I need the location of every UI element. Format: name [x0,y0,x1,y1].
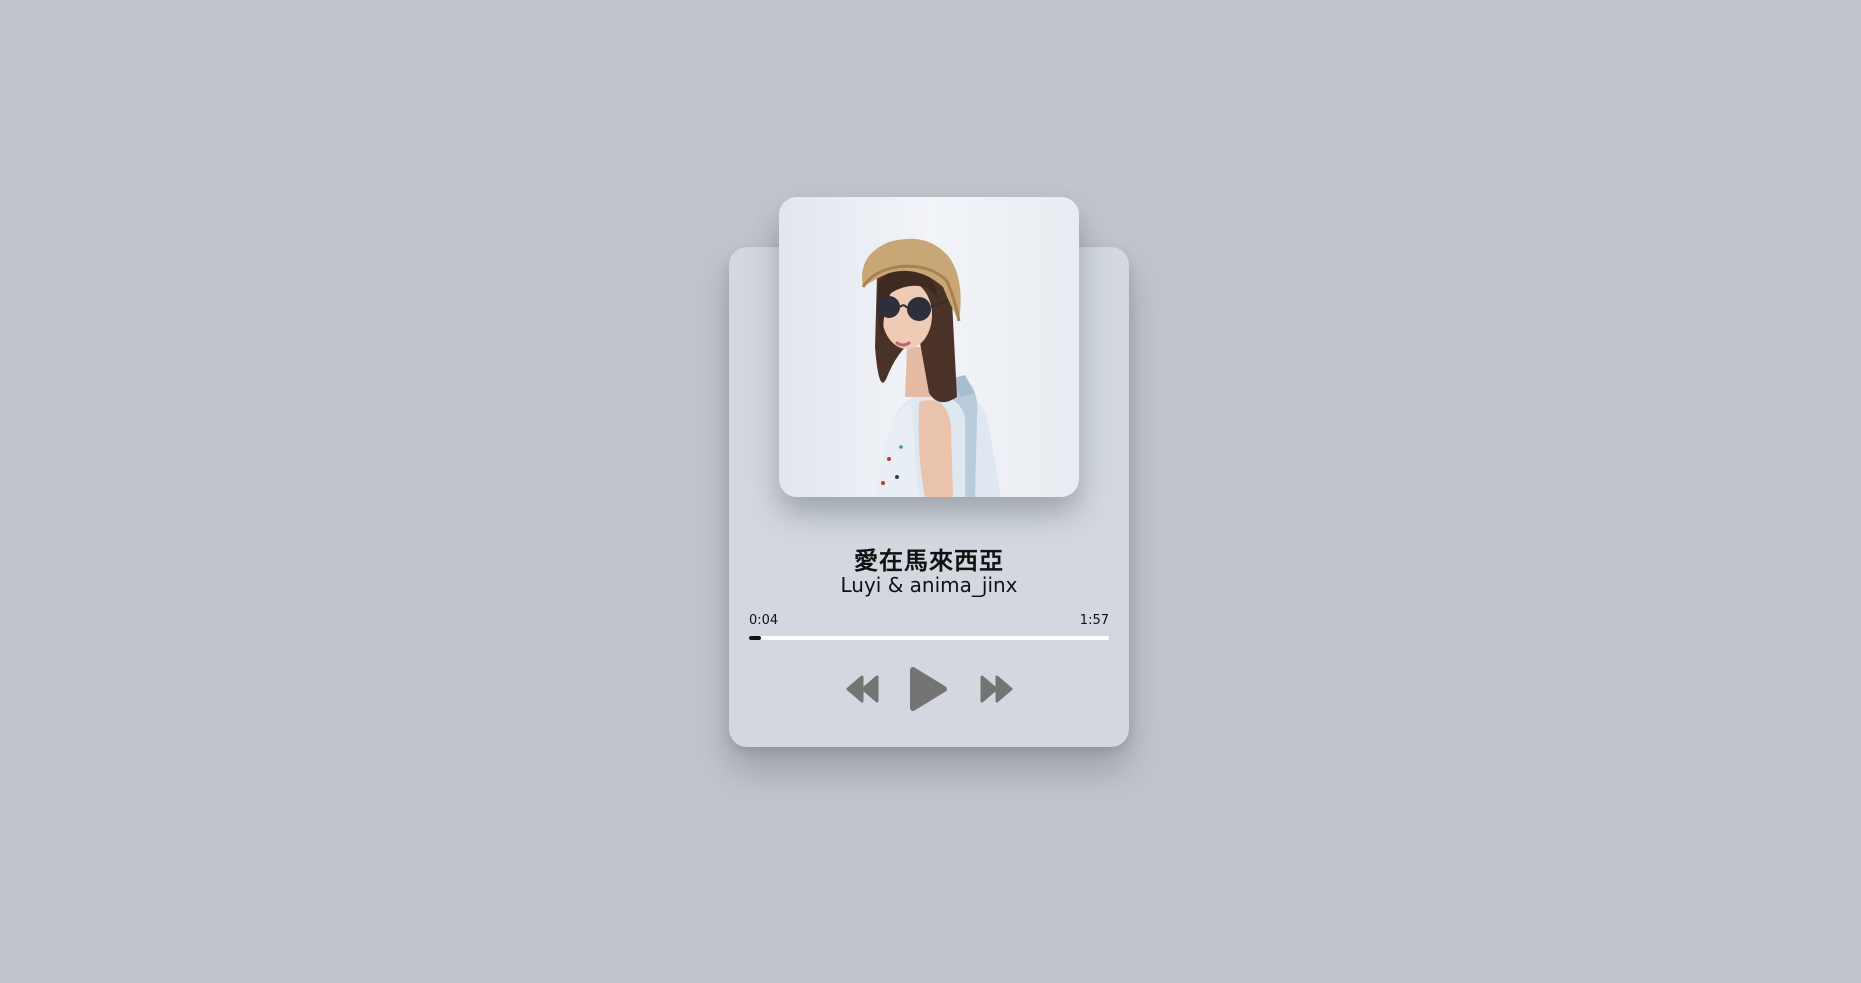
play-icon [910,667,947,711]
total-time: 1:57 [1079,613,1109,628]
album-cover-photo [779,197,1079,497]
rewind-icon [846,675,879,703]
progress-bar[interactable] [749,636,1109,640]
current-time: 0:04 [749,613,779,628]
progress-fill [749,636,762,640]
previous-button[interactable] [846,674,880,704]
fast-forward-icon [980,675,1013,703]
next-button[interactable] [979,674,1013,704]
track-title: 愛在馬來西亞 [854,547,1004,575]
track-artist: Luyi & anima_jinx [840,573,1018,597]
album-cover [779,197,1079,497]
music-player-page: 愛在馬來西亞 Luyi & anima_jinx 0:04 1:57 [0,0,1861,983]
play-button[interactable] [908,666,948,712]
